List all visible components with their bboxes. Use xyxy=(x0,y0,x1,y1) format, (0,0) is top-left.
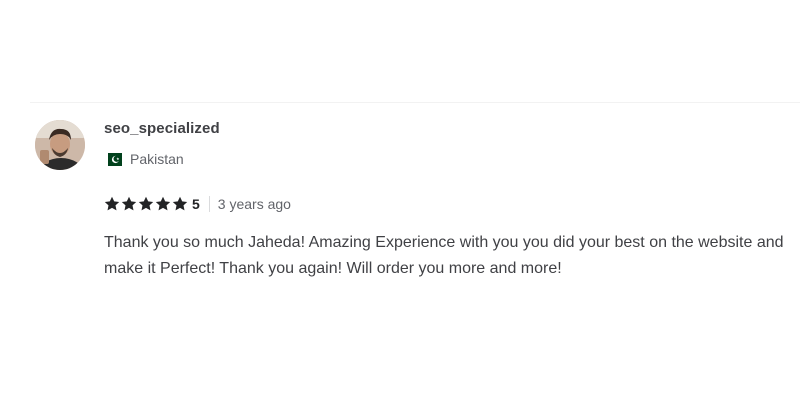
country-name: Pakistan xyxy=(130,151,184,167)
rating-row: 5 3 years ago xyxy=(104,195,291,213)
star-icon xyxy=(121,196,137,211)
star-icon xyxy=(155,196,171,211)
pakistan-flag-icon xyxy=(104,152,122,166)
star-icon xyxy=(138,196,154,211)
star-icon xyxy=(172,196,188,211)
review-time: 3 years ago xyxy=(217,196,291,212)
reviewer-country: Pakistan xyxy=(104,151,184,167)
review-item: seo_specialized Pakistan 5 3 years ago T… xyxy=(0,0,800,400)
rating-value: 5 xyxy=(192,196,200,212)
separator xyxy=(208,196,210,212)
reviewer-username[interactable]: seo_specialized xyxy=(104,120,220,137)
avatar[interactable] xyxy=(35,120,85,170)
star-icon xyxy=(104,196,120,211)
review-text: Thank you so much Jaheda! Amazing Experi… xyxy=(104,234,784,277)
user-avatar-icon xyxy=(35,120,85,170)
star-rating xyxy=(104,196,188,212)
